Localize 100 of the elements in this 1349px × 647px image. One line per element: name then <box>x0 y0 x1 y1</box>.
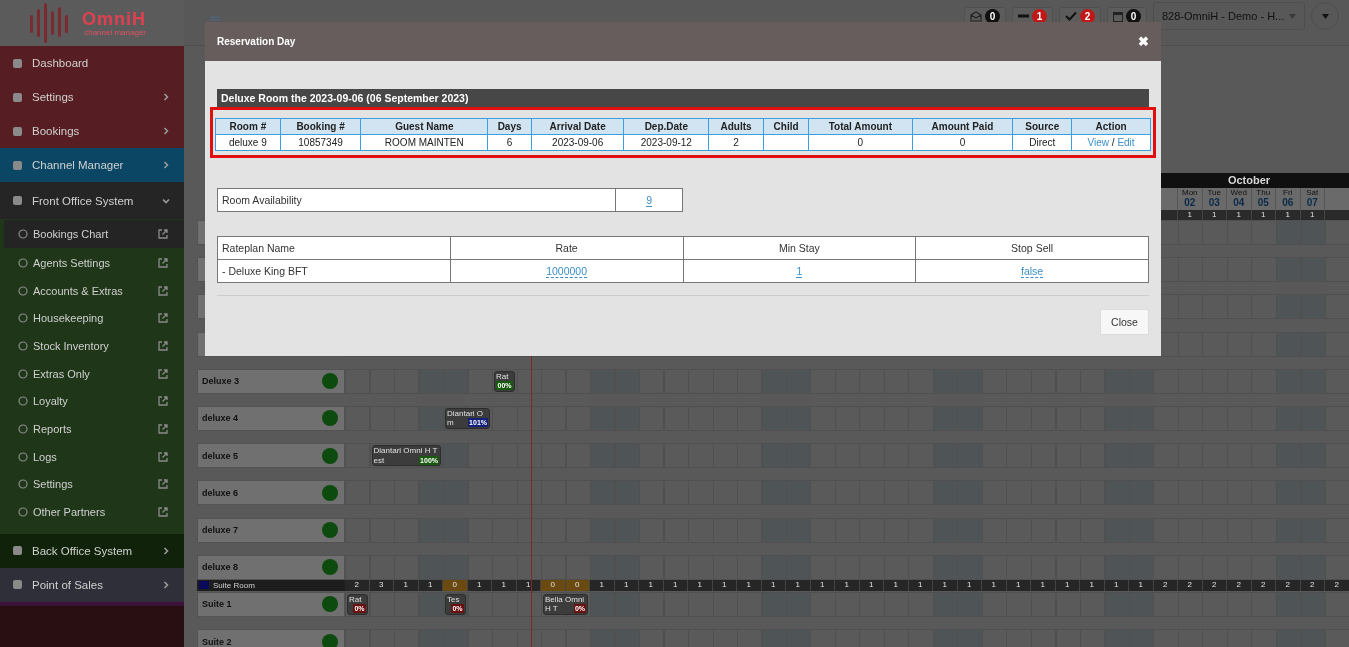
menu-item-icon <box>12 545 23 557</box>
submenu-item[interactable]: Reports <box>4 415 184 443</box>
submenu-item[interactable]: Bookings Chart <box>4 220 184 248</box>
availability-count: 1 <box>492 579 517 591</box>
check-icon <box>1065 11 1077 21</box>
min-stay-link[interactable]: 1 <box>796 265 803 278</box>
close-button[interactable]: Close <box>1100 309 1149 335</box>
submenu-item[interactable]: Settings <box>4 470 184 499</box>
chart-row-grid[interactable] <box>345 629 1349 647</box>
weekday-label: Tue <box>1207 188 1221 197</box>
room-type-label: Suite Room <box>213 580 255 590</box>
weekday-label: Mon <box>1181 188 1198 197</box>
availability-count: 2 <box>1227 579 1252 591</box>
circle-icon <box>18 507 28 518</box>
availability-count: 1 <box>810 579 835 591</box>
column-header: Guest Name <box>360 118 488 135</box>
status-dot <box>322 633 338 647</box>
availability-count: 1 <box>663 579 688 591</box>
weekday-label: Thu <box>1256 188 1271 197</box>
logo-name: OmniH <box>82 9 146 28</box>
external-link-icon <box>158 340 168 351</box>
external-link-icon <box>158 451 168 462</box>
envelope-icon <box>970 10 982 22</box>
submenu-item[interactable]: Housekeeping <box>4 304 184 333</box>
circle-icon <box>18 313 28 324</box>
sidebar-item[interactable]: Back Office System <box>0 533 184 568</box>
availability-count: 0 <box>443 579 468 591</box>
menu-item-icon <box>12 57 23 69</box>
menu-icon[interactable] <box>210 15 220 24</box>
menu-item-icon <box>12 91 23 103</box>
sidebar-item[interactable]: Point of Sales <box>0 567 184 602</box>
column-header: Arrival Date <box>531 118 624 135</box>
submenu-item[interactable]: Loyalty <box>4 387 184 416</box>
chart-row-grid[interactable] <box>345 554 1349 580</box>
availability-count: 1 <box>1227 210 1252 220</box>
menu-item-icon <box>12 159 23 171</box>
column-header: Total Amount <box>808 118 913 135</box>
availability-count: 1 <box>418 579 443 591</box>
sidebar-item[interactable]: Dashboard <box>0 46 184 80</box>
date-label: 06 <box>1282 197 1294 208</box>
circle-icon <box>18 451 28 462</box>
column-header: Rate <box>450 236 683 260</box>
submenu-item[interactable]: Agents Settings <box>4 249 184 277</box>
availability-count: 1 <box>982 579 1007 591</box>
view-link[interactable]: View <box>1087 137 1110 148</box>
room-name: Suite 1 <box>202 599 232 610</box>
status-dot <box>322 410 338 427</box>
date-label: 02 <box>1184 197 1196 208</box>
submenu-item[interactable]: Extras Only <box>4 359 184 388</box>
availability-count: 1 <box>835 579 860 591</box>
menu-item-icon <box>12 579 23 591</box>
availability-count: 0 <box>541 579 566 591</box>
calendar-icon <box>1113 10 1123 22</box>
submenu-item[interactable]: Accounts & Extras <box>4 276 184 305</box>
sidebar-item[interactable]: Front Office System <box>0 182 184 219</box>
column-header: Amount Paid <box>912 118 1013 135</box>
column-header: Room # <box>215 118 281 135</box>
availability-count: 1 <box>467 579 492 591</box>
chart-row-grid[interactable] <box>345 480 1349 506</box>
stop-sell-link[interactable]: false <box>1021 265 1044 278</box>
circle-icon <box>18 479 28 490</box>
availability-count: 2 <box>1178 579 1203 591</box>
circle-icon <box>18 423 28 434</box>
availability-link[interactable]: 9 <box>646 194 653 207</box>
availability-count: 2 <box>1202 579 1227 591</box>
room-name: Deluxe 3 <box>202 376 240 387</box>
column-header: Adults <box>708 118 764 135</box>
sidebar-item[interactable]: Channel Manager <box>0 148 184 182</box>
availability-count: 1 <box>394 579 419 591</box>
room-name: deluxe 7 <box>202 525 239 535</box>
availability-count: 1 <box>590 579 615 591</box>
external-link-icon <box>158 368 168 379</box>
column-header: Min Stay <box>683 236 916 260</box>
column-header: Stop Sell <box>915 236 1149 260</box>
submenu-item[interactable]: Stock Inventory <box>4 332 184 360</box>
weekday-label: Wed <box>1230 188 1247 197</box>
table-cell: Room Availability <box>217 188 616 212</box>
availability-count: 1 <box>1202 210 1227 220</box>
availability-count: 1 <box>1104 579 1129 591</box>
collapse-button[interactable] <box>199 581 209 590</box>
availability-count: 1 <box>761 579 786 591</box>
external-link-icon <box>158 396 168 407</box>
close-button[interactable]: ✖ <box>1138 34 1149 49</box>
availability-count: 1 <box>639 579 664 591</box>
submenu-item[interactable]: Other Partners <box>4 498 184 526</box>
rate-link[interactable]: 1000000 <box>546 265 588 278</box>
circle-icon <box>18 368 28 379</box>
availability-count: 1 <box>1080 579 1105 591</box>
sidebar-item[interactable]: Settings <box>0 80 184 114</box>
separator: / <box>1111 137 1115 148</box>
availability-count: 3 <box>369 579 394 591</box>
submenu-item[interactable]: Logs <box>4 442 184 471</box>
status-dot <box>322 559 338 576</box>
external-link-icon <box>158 313 168 324</box>
sidebar-item[interactable]: Bookings <box>0 114 184 148</box>
chart-row-grid[interactable] <box>345 517 1349 543</box>
external-link-icon <box>158 257 168 268</box>
circle-icon <box>18 396 28 407</box>
menu-item-icon <box>12 125 23 137</box>
edit-link[interactable]: Edit <box>1117 137 1135 148</box>
